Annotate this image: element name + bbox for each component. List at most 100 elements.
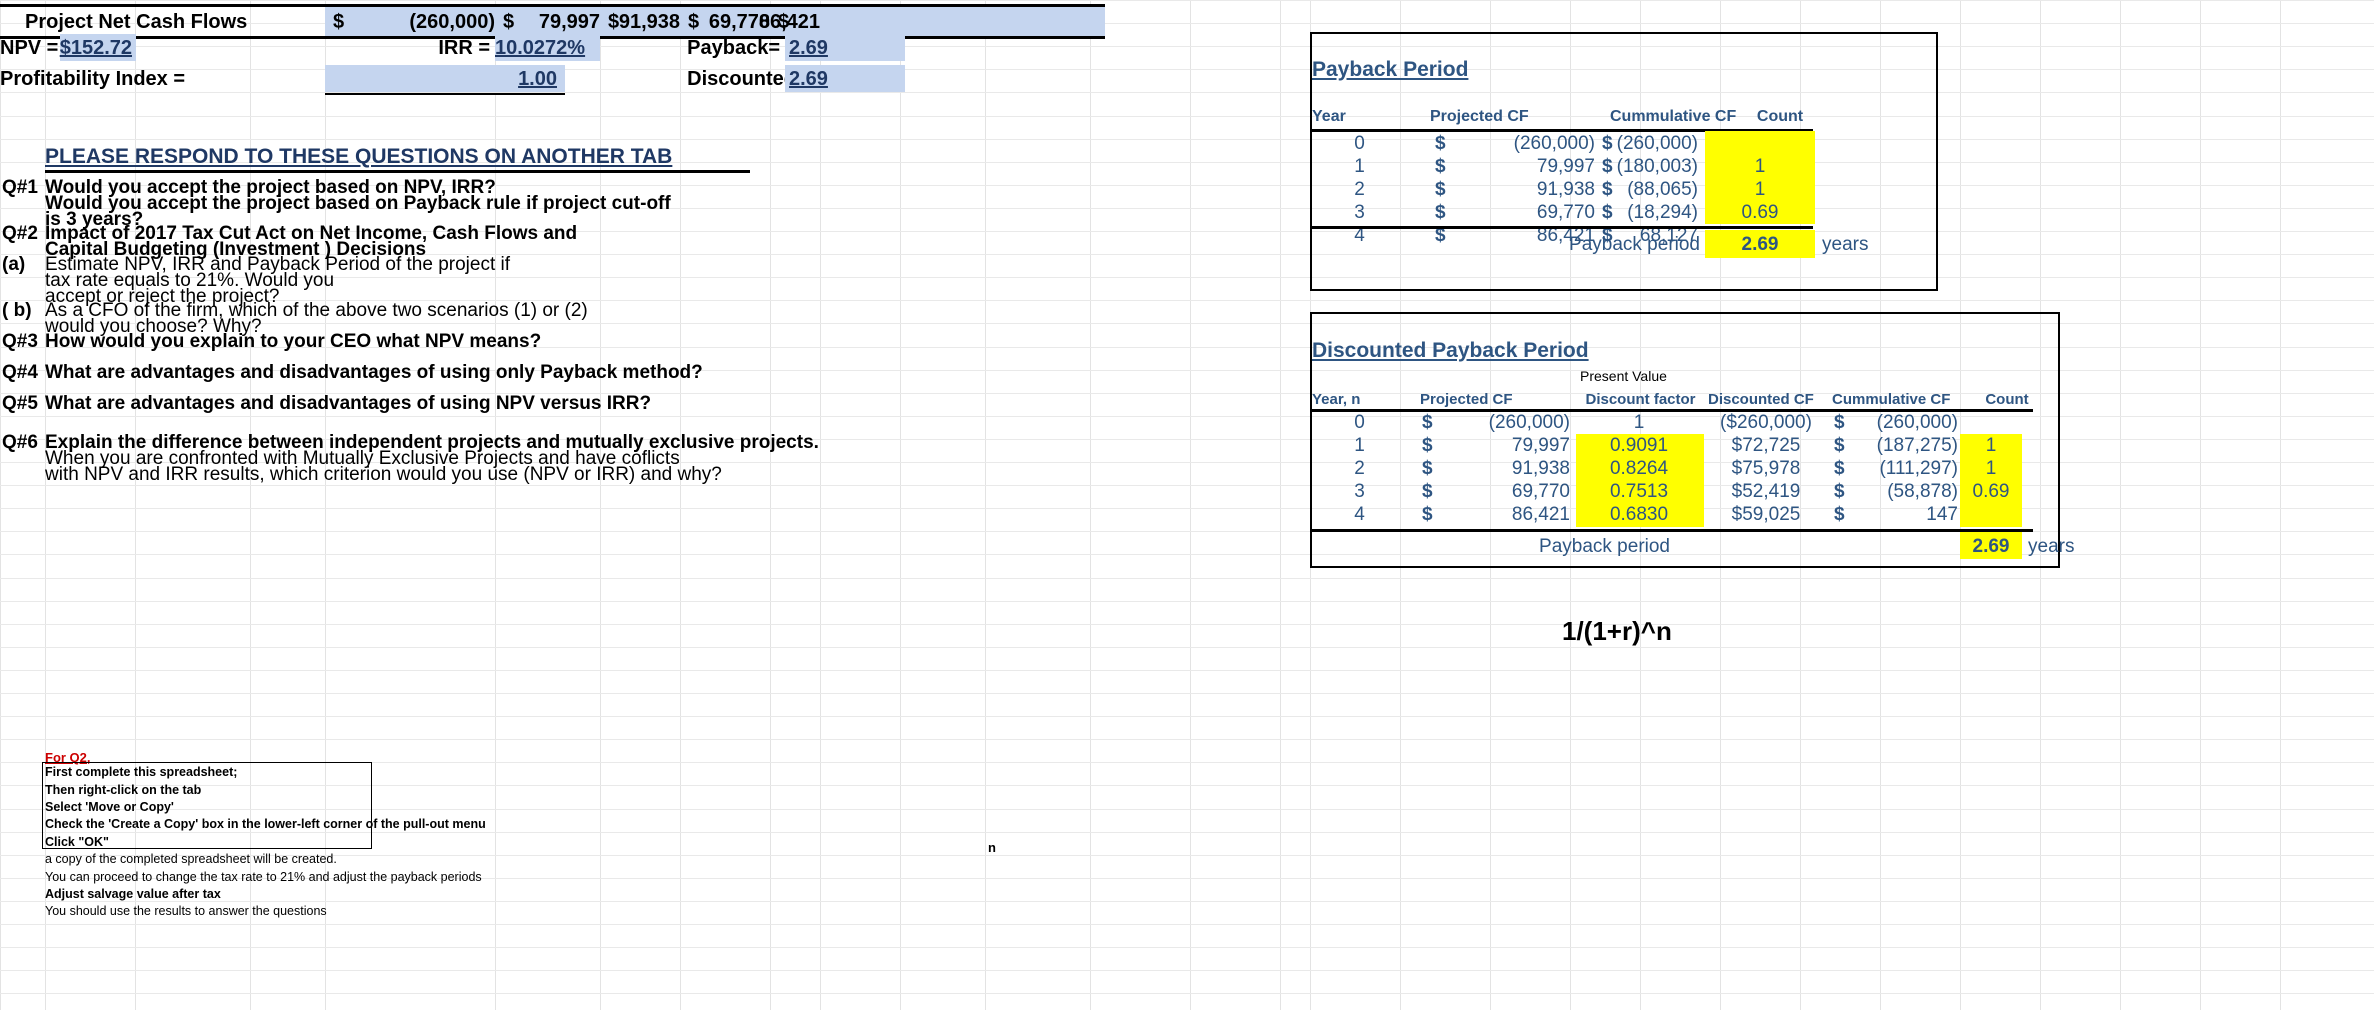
discounted-cf-value[interactable]: ($260,000) [1706,411,1826,433]
present-value-label: Present Value [1580,368,1667,384]
grid-row-line [0,993,2374,994]
question-line: What are advantages and disadvantages of… [45,361,703,383]
question-tag: Q#1 [2,176,38,198]
grid-column-line [0,0,1,1010]
payback-cum-cell[interactable]: (180,003) [1602,155,1698,177]
note-trailing-line: Adjust salvage value after tax [45,887,221,902]
discount-factor-cell[interactable]: 0.7513 [1576,481,1702,503]
payback-year-cell[interactable]: 0 [1312,132,1407,154]
grid-row-line [0,139,2374,140]
question-tag: Q#5 [2,392,38,414]
discounted-count-cell[interactable]: 1 [1960,457,2022,479]
discounted-count-cell[interactable]: 0.69 [1960,481,2022,503]
grid-row-line [0,924,2374,925]
payback-year-cell[interactable]: 3 [1312,202,1407,224]
discounted-cum-cell[interactable]: (111,297) [1834,457,1958,479]
discounted-cf-value[interactable]: $59,025 [1706,504,1826,526]
discounted-cf-cell[interactable]: 79,997 [1422,434,1570,456]
discounted-total-value[interactable]: 2.69 [1960,534,2022,558]
discounted-year-cell[interactable]: 3 [1312,481,1407,503]
discounted-cf-value[interactable]: $75,978 [1706,457,1826,479]
note-boxed-line: Then right-click on the tab [45,782,202,797]
note-trailing-line: You can proceed to change the tax rate t… [45,869,482,884]
profitability-index-value[interactable]: 1.00 [325,67,557,91]
payback-table-title: Payback Period [1312,57,1469,81]
grid-column-line [770,0,771,1010]
payback-value[interactable]: 2.69 [789,36,849,60]
grid-column-line [2200,0,2201,1010]
grid-row-line [0,739,2374,740]
payback-cf-cell[interactable]: (260,000) [1435,132,1595,154]
cash-flow-value[interactable]: 91,938 [600,9,680,34]
discount-factor-cell[interactable]: 0.6830 [1576,504,1702,526]
payback-year-cell[interactable]: 1 [1312,155,1407,177]
payback-count-cell[interactable] [1705,132,1815,154]
discounted-year-cell[interactable]: 4 [1312,504,1407,526]
discounted-cf-cell[interactable]: 86,421 [1422,504,1570,526]
cash-flow-value[interactable]: 69,770 [680,9,770,34]
grid-row-line [0,116,2374,117]
discounted-table-header: Cummulative CF [1832,390,1951,408]
discount-factor-cell[interactable]: 0.8264 [1576,457,1702,479]
payback-count-cell[interactable]: 1 [1705,155,1815,177]
irr-value[interactable]: 10.0272% [495,36,595,60]
payback-cf-cell[interactable]: 91,938 [1435,178,1595,200]
grid-row-line [0,647,2374,648]
payback-cum-cell[interactable]: (260,000) [1602,132,1698,154]
discounted-year-cell[interactable]: 0 [1312,411,1407,433]
grid-column-line [820,0,821,1010]
note-boxed-line: Select 'Move or Copy' [45,800,174,815]
payback-count-cell[interactable]: 0.69 [1705,202,1815,224]
payback-cf-cell[interactable]: 79,997 [1435,155,1595,177]
discount-factor-cell[interactable]: 1 [1576,411,1702,433]
question-line: with NPV and IRR results, which criterio… [45,463,722,485]
discounted-year-cell[interactable]: 1 [1312,434,1407,456]
note-boxed-line: Click "OK" [45,834,109,849]
discounted-payback-value[interactable]: 2.69 [789,67,849,91]
discounted-total-label: Payback period [1539,535,1670,557]
payback-table-header: Count [1756,108,1804,125]
discounted-cf-cell[interactable]: 69,770 [1422,481,1570,503]
question-line: What are advantages and disadvantages of… [45,392,652,414]
grid-column-line [1090,0,1091,1010]
cash-flow-value[interactable]: 79,997 [495,9,600,34]
cash-flow-value[interactable]: (260,000) [325,9,495,34]
irr-label: IRR = [438,36,490,59]
discounted-cum-cell[interactable]: 147 [1834,504,1958,526]
discounted-cf-cell[interactable]: (260,000) [1422,411,1570,433]
discounted-cum-cell[interactable]: (260,000) [1834,411,1958,433]
discounted-year-cell[interactable]: 2 [1312,457,1407,479]
grid-column-line [900,0,901,1010]
payback-cum-cell[interactable]: (18,294) [1602,202,1698,224]
discounted-cf-cell[interactable]: 91,938 [1422,457,1570,479]
payback-cum-cell[interactable]: (88,065) [1602,178,1698,200]
question-tag: Q#3 [2,330,38,352]
discounted-cum-cell[interactable]: (187,275) [1834,434,1958,456]
payback-count-cell[interactable]: 1 [1705,178,1815,200]
cash-flow-value[interactable]: 86,421 [759,9,820,34]
discounted-count-cell[interactable] [1960,411,2022,433]
discounted-cum-cell[interactable]: (58,878) [1834,481,1958,503]
discount-factor-cell[interactable]: 0.9091 [1576,434,1702,456]
note-trailing-line: You should use the results to answer the… [45,904,327,919]
payback-total-value[interactable]: 2.69 [1705,232,1815,256]
discounted-units-label: years [2028,535,2075,557]
question-tag: (a) [2,253,26,275]
npv-value[interactable]: $152.72 [60,36,132,60]
payback-cf-cell[interactable]: 69,770 [1435,202,1595,224]
discounted-count-cell[interactable]: 1 [1960,434,2022,456]
discounted-cf-value[interactable]: $52,419 [1706,481,1826,503]
discounted-cf-value[interactable]: $72,725 [1706,434,1826,456]
payback-year-cell[interactable]: 2 [1312,178,1407,200]
discounted-count-cell[interactable] [1960,504,2022,526]
discount-formula-note: 1/(1+r)^n [1562,616,1672,646]
grid-column-line [985,0,986,1010]
grid-row-line [0,693,2374,694]
note-boxed-line: First complete this spreadsheet; [45,765,238,780]
question-tag: Q#2 [2,222,38,244]
stray-cell-n[interactable]: n [988,838,1008,856]
grid-row-line [0,970,2374,971]
profitability-index-label: Profitability Index = [0,67,186,90]
discounted-table-header: Count [1985,390,2029,408]
grid-column-line [1190,0,1191,1010]
